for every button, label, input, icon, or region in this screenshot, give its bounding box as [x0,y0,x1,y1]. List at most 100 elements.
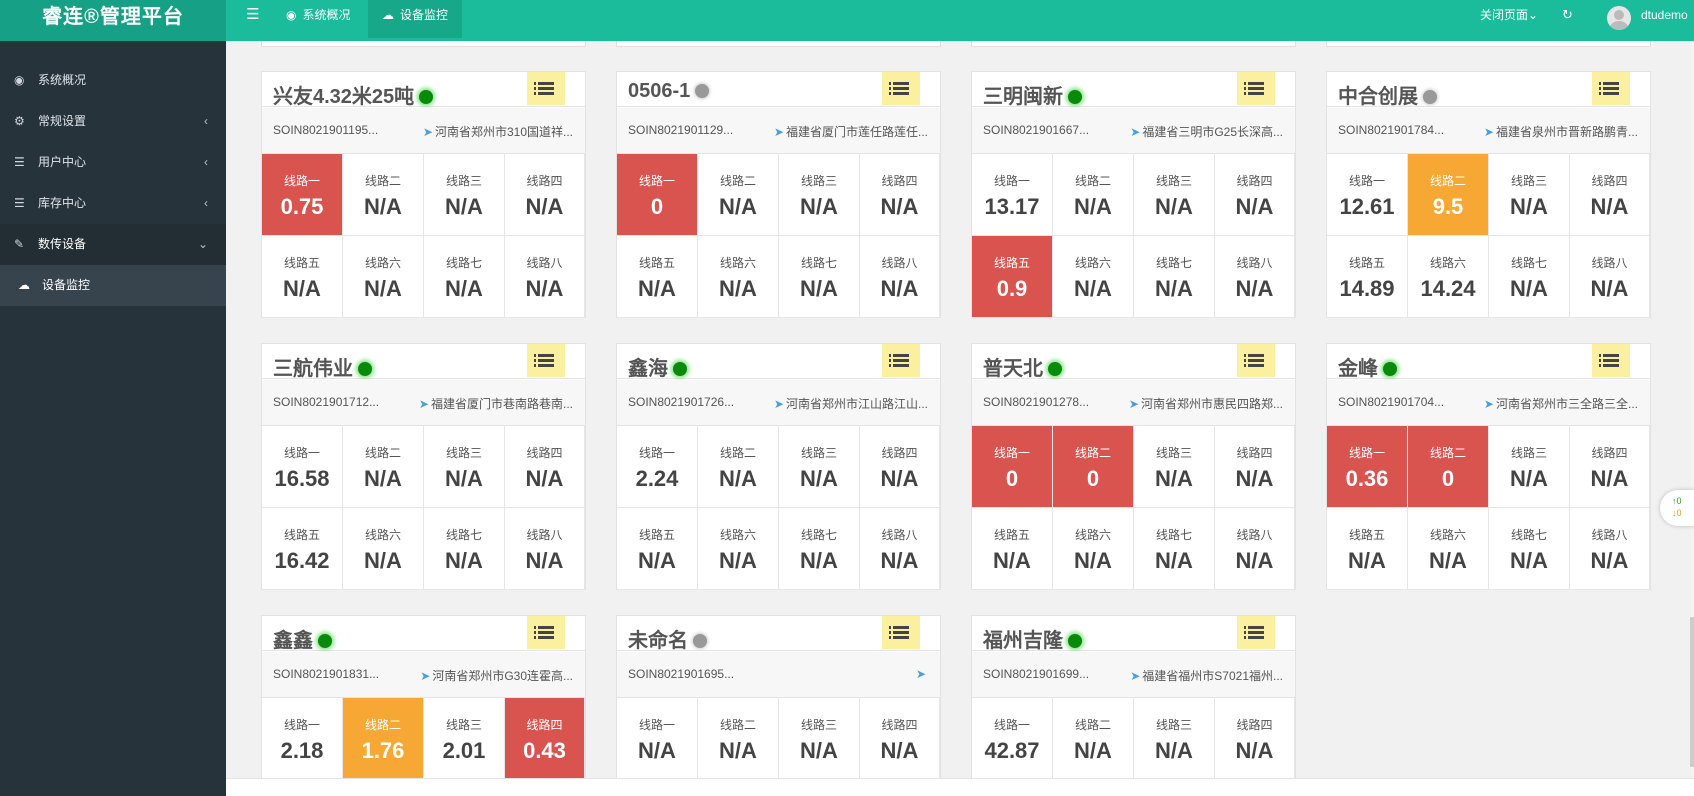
line-label: 线路七 [1510,256,1547,270]
line-label: 线路四 [1236,446,1273,460]
line-label: 线路八 [1236,256,1273,270]
device-location[interactable]: ➤ 河南省郑州市惠民四路郑... [1129,395,1283,412]
line-cell: 线路四 N/A [505,426,585,508]
device-location[interactable]: ➤ 河南省郑州市310国道祥... [423,123,573,140]
line-label: 线路三 [800,718,837,732]
line-cell: 线路四 N/A [1215,426,1295,508]
card-header: 福州吉隆 [972,616,1295,653]
line-cell: 线路六 N/A [1053,508,1134,590]
device-name: 福州吉隆 [983,624,1082,653]
detail-list-button[interactable] [527,616,565,649]
line-label: 线路五 [638,528,675,542]
line-value: N/A [880,194,919,219]
detail-list-button[interactable] [882,616,920,649]
device-address: 福建省厦门市莲任路莲任... [785,125,928,139]
line-cell: 线路七 N/A [779,508,860,590]
line-cell: 线路七 N/A [779,236,860,318]
line-value: N/A [1590,548,1629,573]
device-location[interactable]: ➤ 河南省郑州市G30连霍高... [420,667,573,684]
close-pages-dropdown[interactable]: 关闭页面⌄ [1480,0,1538,30]
device-location[interactable]: ➤ 河南省郑州市江山路江山... [774,395,928,412]
device-location[interactable]: ➤ 河南省郑州市三全路三全... [1484,395,1638,412]
detail-list-button[interactable] [1592,72,1630,105]
avatar[interactable] [1607,6,1631,30]
detail-list-button[interactable] [1592,344,1630,377]
tab-system-overview[interactable]: ◉ 系统概况 [272,0,365,38]
detail-list-button[interactable] [882,72,920,105]
device-title: 福州吉隆 [983,630,1063,652]
device-location[interactable]: ➤ 福建省三明市G25长深高... [1130,123,1283,140]
line-label: 线路四 [881,174,918,188]
device-location[interactable]: ➤ 福建省厦门市巷南路巷南... [419,395,573,412]
line-label: 线路六 [1074,528,1111,542]
sidebar-item-data-devices[interactable]: ✎ 数传设备 ⌄ [0,224,226,265]
line-label: 线路三 [1155,446,1192,460]
line-value: N/A [364,194,402,219]
location-arrow-icon: ➤ [915,667,926,681]
line-value: N/A [445,466,483,491]
line-label: 线路三 [445,446,482,460]
line-cell: 线路二 N/A [343,154,424,236]
refresh-icon[interactable]: ↻ [1562,0,1573,30]
device-card: 普天北 SOIN8021901278... ➤ 河南省郑州市惠民四路郑... 线路一 0 线… [971,343,1296,590]
sidebar-item-system-overview[interactable]: ◉ 系统概况 [0,60,226,101]
line-label: 线路四 [881,446,918,460]
line-label: 线路二 [719,718,756,732]
status-dot-icon [693,634,707,648]
chevron-left-icon: ‹ [204,114,208,128]
card-header: 鑫鑫 [262,616,585,652]
device-location[interactable]: ➤ 福建省福州市S7021福州... [1130,667,1283,684]
username[interactable]: dtudemo [1641,0,1688,30]
line-value: N/A [1510,548,1548,573]
line-value: N/A [880,466,919,491]
line-cell: 线路二 1.76 [343,698,424,778]
bottom-bar [226,778,1694,796]
line-label: 线路二 [364,446,401,460]
cloud-upload-icon: ☁ [382,8,394,22]
line-label: 线路七 [1510,528,1547,542]
detail-list-button[interactable] [1237,616,1275,649]
status-dot-icon [1048,362,1062,376]
device-title: 0506-1 [628,80,691,102]
card-header: 0506-1 [617,72,940,107]
menu-toggle-icon[interactable]: ☰ [240,0,266,34]
sidebar-item-inventory-center[interactable]: ☰ 库存中心 ‹ [0,183,226,224]
device-card: 金峰 SOIN8021901704... ➤ 河南省郑州市三全路三全... 线路一 0.3… [1326,343,1651,590]
status-dot-icon [1423,90,1437,104]
detail-list-button[interactable] [1237,72,1275,105]
device-location[interactable]: ➤ 福建省泉州市晋新路鹏青... [1484,123,1638,140]
detail-list-button[interactable] [882,344,920,377]
detail-list-button[interactable] [527,344,565,377]
line-label: 线路一 [993,718,1030,732]
line-label: 线路六 [1074,256,1111,270]
line-value: N/A [1235,276,1274,301]
line-value: 13.17 [984,194,1040,219]
status-dot-icon [1068,634,1082,648]
sidebar-item-user-center[interactable]: ☰ 用户中心 ‹ [0,142,226,183]
line-value: N/A [1235,738,1274,763]
card-info-row: SOIN8021901129... ➤ 福建省厦门市莲任路莲任... [617,108,940,154]
line-value: N/A [525,466,564,491]
detail-list-button[interactable] [1237,344,1275,377]
tab-device-monitor[interactable]: ☁ 设备监控 [368,0,463,38]
line-label: 线路二 [719,174,756,188]
detail-list-button[interactable] [527,72,565,105]
line-cell: 线路五 16.42 [262,508,343,590]
line-cell: 线路六 N/A [343,508,424,590]
line-cell: 线路一 42.87 [972,698,1053,778]
device-location[interactable]: ➤ [916,667,928,681]
device-name: 鑫海 [628,352,687,381]
device-location[interactable]: ➤ 福建省厦门市莲任路莲任... [774,123,928,140]
sidebar-item-general-settings[interactable]: ⚙ 常规设置 ‹ [0,101,226,142]
line-label: 线路一 [283,718,320,732]
device-address: 福建省福州市S7021福州... [1142,669,1283,683]
sidebar-subitem-device-monitor[interactable]: ☁ 设备监控 [0,265,226,306]
line-cell: 线路一 2.18 [262,698,343,778]
line-value: N/A [525,276,564,301]
line-value: N/A [638,276,676,301]
line-label: 线路七 [800,528,837,542]
line-cell: 线路六 N/A [698,236,779,318]
scrollbar-thumb[interactable] [1690,617,1694,767]
line-label: 线路一 [993,174,1030,188]
line-cell: 线路八 N/A [1570,236,1650,318]
